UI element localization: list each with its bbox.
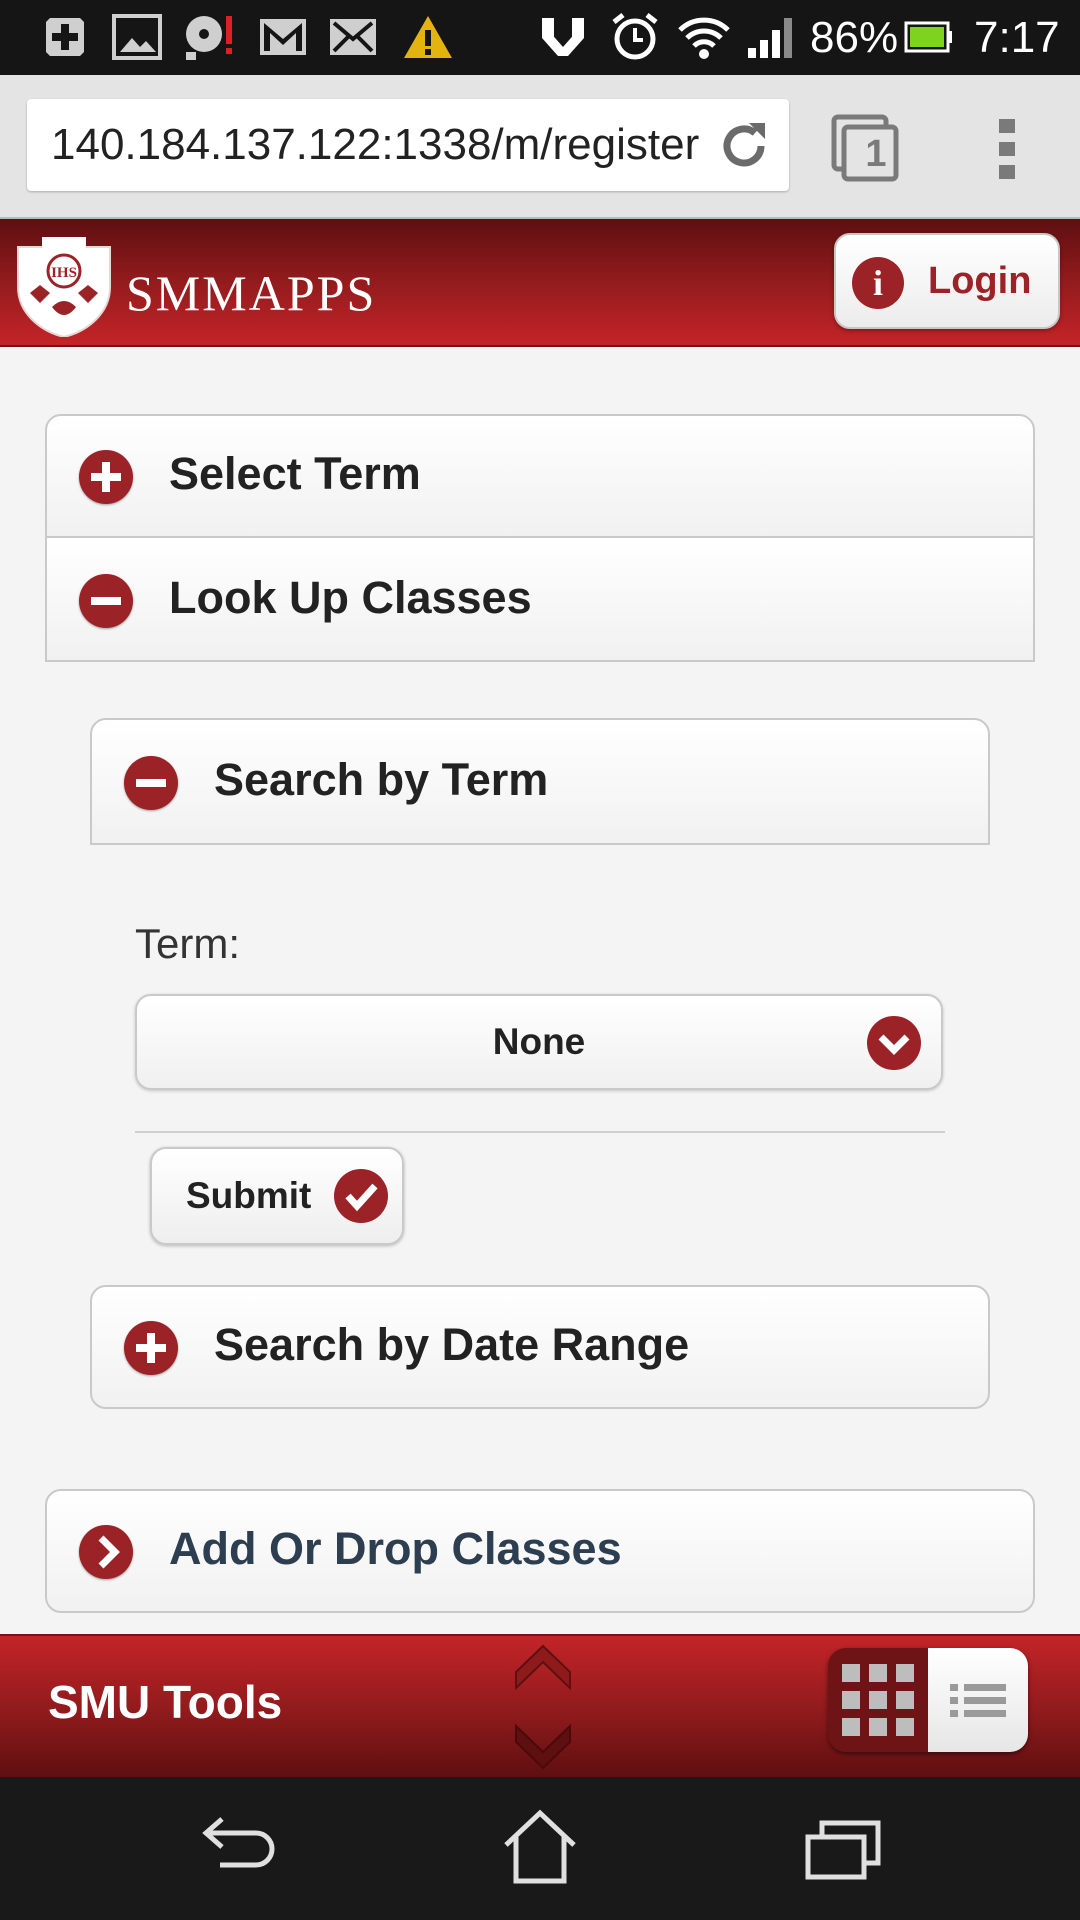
term-select[interactable]: None — [135, 994, 943, 1090]
search-by-date-range-header[interactable]: Search by Date Range — [90, 1285, 990, 1409]
search-by-term-label: Search by Term — [214, 754, 549, 805]
search-by-term-header[interactable]: Search by Term — [90, 718, 990, 845]
term-select-value: None — [492, 1021, 586, 1062]
plus-icon — [79, 450, 133, 504]
login-label: Login — [928, 260, 1032, 302]
url-text[interactable]: 140.184.137.122:1338/m/register — [51, 99, 716, 191]
select-term-label: Select Term — [169, 448, 421, 499]
submit-button[interactable]: Submit — [150, 1147, 404, 1245]
wifi-icon — [678, 12, 730, 62]
home-icon[interactable] — [492, 1807, 588, 1887]
signal-icon — [746, 12, 796, 62]
add-drop-classes-link[interactable]: Add Or Drop Classes — [45, 1489, 1035, 1613]
tabs-button[interactable]: 1 — [830, 113, 900, 183]
search-by-date-range-label: Search by Date Range — [214, 1319, 690, 1370]
tab-count: 1 — [865, 133, 887, 175]
add-notification-icon — [42, 12, 88, 62]
list-view-button[interactable] — [928, 1648, 1028, 1752]
clock: 7:17 — [974, 13, 1060, 62]
overflow-menu-icon[interactable] — [995, 117, 1019, 181]
battery-icon — [904, 12, 954, 62]
minus-icon — [124, 756, 178, 810]
svg-text:IHS: IHS — [51, 265, 77, 281]
status-bar: 86% 7:17 — [0, 0, 1080, 75]
reload-icon[interactable] — [717, 119, 771, 173]
chevron-right-icon — [79, 1525, 133, 1579]
gmail-icon — [258, 12, 308, 62]
info-icon: i — [852, 257, 904, 309]
select-term-header[interactable]: Select Term — [45, 414, 1035, 538]
nfc-icon — [538, 12, 588, 62]
warning-icon — [402, 12, 454, 62]
mail-icon — [328, 12, 378, 62]
media-icon — [182, 12, 238, 62]
submit-label: Submit — [186, 1175, 312, 1216]
android-nav-bar — [0, 1777, 1080, 1920]
expand-collapse-handle[interactable] — [512, 1636, 574, 1778]
browser-toolbar: 140.184.137.122:1338/m/register 1 — [0, 75, 1080, 219]
battery-percent: 86% — [810, 13, 899, 62]
crest-logo: IHS — [12, 233, 116, 339]
alarm-icon — [610, 12, 660, 62]
view-toggle[interactable] — [828, 1648, 1028, 1752]
plus-icon — [124, 1321, 178, 1375]
look-up-classes-header[interactable]: Look Up Classes — [45, 536, 1035, 662]
form-divider — [135, 1131, 945, 1133]
look-up-classes-label: Look Up Classes — [169, 572, 532, 623]
login-button[interactable]: i Login — [834, 233, 1060, 329]
url-bar[interactable]: 140.184.137.122:1338/m/register — [27, 99, 789, 191]
image-icon — [112, 12, 162, 62]
recent-apps-icon[interactable] — [792, 1807, 888, 1887]
brand-title: SMMAPPS — [126, 265, 377, 321]
back-icon[interactable] — [192, 1807, 288, 1887]
app-header: IHS SMMAPPS i Login — [0, 219, 1080, 347]
term-field-label: Term: — [135, 920, 240, 967]
chevron-down-icon — [867, 1016, 921, 1070]
footer-toolbar: SMU Tools — [0, 1634, 1080, 1778]
add-drop-classes-label: Add Or Drop Classes — [169, 1523, 622, 1574]
toolbar-title: SMU Tools — [48, 1676, 283, 1728]
check-icon — [334, 1169, 388, 1223]
grid-view-button[interactable] — [828, 1648, 928, 1752]
minus-icon — [79, 574, 133, 628]
